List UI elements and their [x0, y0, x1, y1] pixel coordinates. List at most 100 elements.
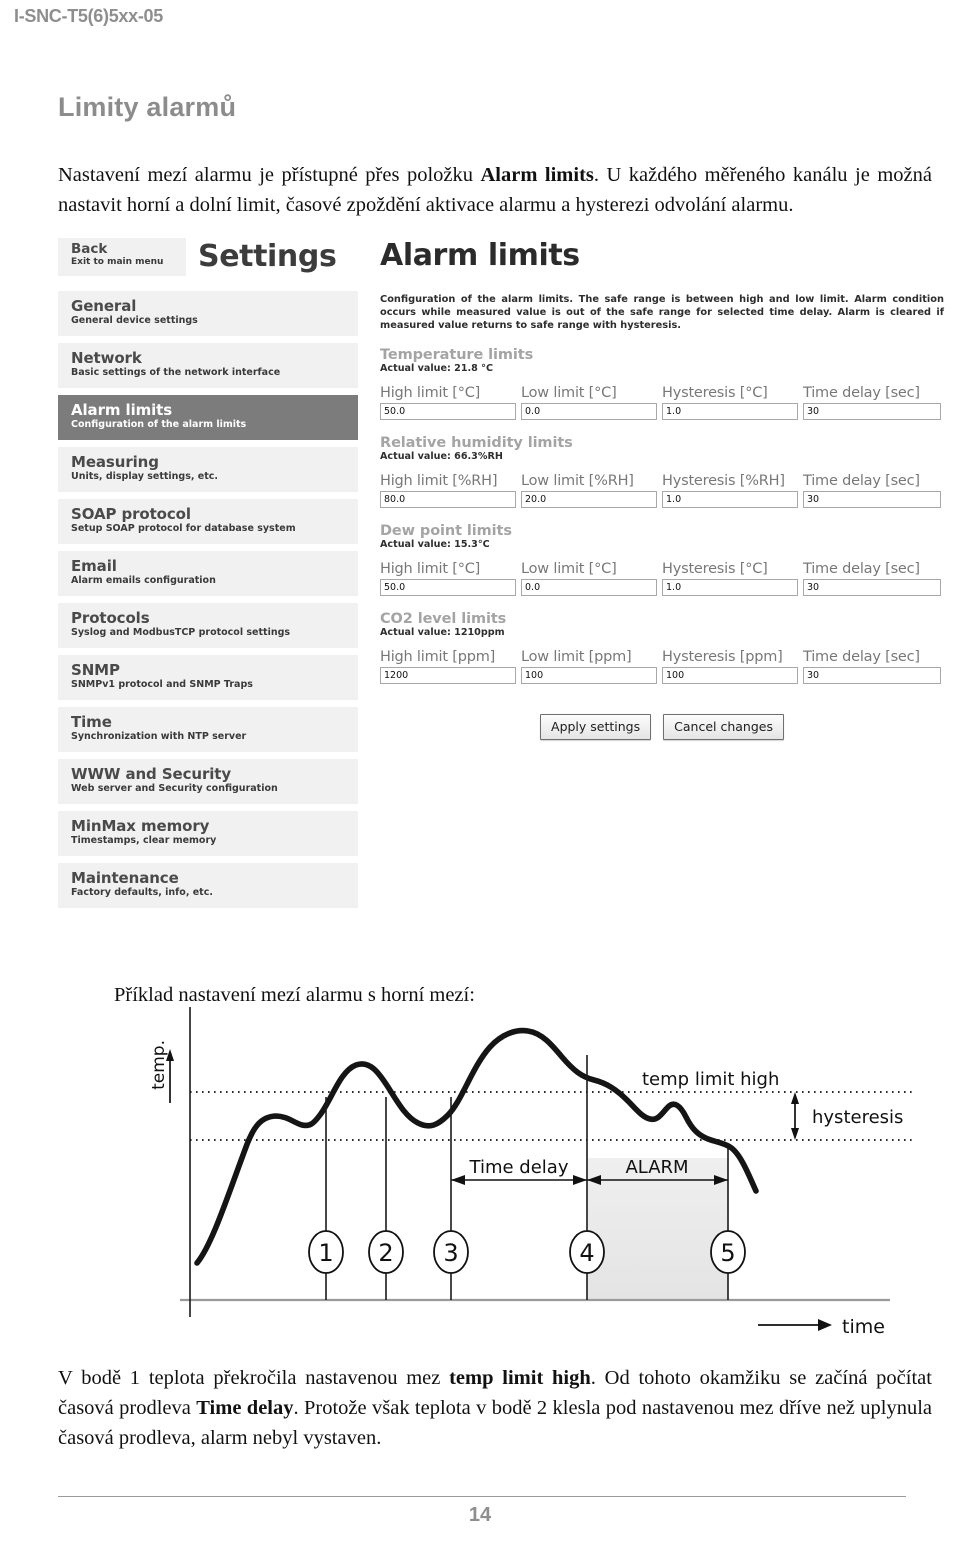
field-time-delay: Time delay [sec] 30	[803, 560, 941, 597]
time-delay-input[interactable]: 30	[803, 667, 941, 685]
group-title: CO2 level limits	[380, 611, 507, 628]
low-limit-input[interactable]: 0.0	[521, 579, 657, 597]
time-delay-input[interactable]: 30	[803, 491, 941, 509]
field-label: Low limit [°C]	[521, 385, 617, 402]
field-time-delay: Time delay [sec] 30	[803, 384, 941, 421]
sidebar-item-label: Maintenance	[71, 869, 179, 887]
sidebar-item-label: WWW and Security	[71, 765, 232, 783]
sidebar-item-sublabel: Units, display settings, etc.	[71, 471, 219, 482]
field-label: Time delay [sec]	[803, 561, 920, 578]
field-high-limit: High limit [%RH] 80.0	[380, 472, 516, 509]
hysteresis-measure: hysteresis	[791, 1092, 903, 1140]
high-limit-input[interactable]: 1200	[380, 667, 516, 685]
sidebar-item-alarm-limits[interactable]: Alarm limits Configuration of the alarm …	[58, 395, 358, 440]
sidebar-item-time[interactable]: Time Synchronization with NTP server	[58, 707, 358, 752]
sidebar-item-sublabel: Setup SOAP protocol for database system	[71, 523, 296, 534]
field-time-delay: Time delay [sec] 30	[803, 648, 941, 685]
sidebar-nav-list: General General device settings Network …	[58, 291, 358, 915]
sidebar-item-protocols[interactable]: Protocols Syslog and ModbusTCP protocol …	[58, 603, 358, 648]
alarm-label: ALARM	[625, 1157, 688, 1178]
closing-bold-time-delay: Time delay	[196, 1396, 294, 1419]
time-delay-input[interactable]: 30	[803, 579, 941, 597]
sidebar-item-sublabel: Configuration of the alarm limits	[71, 419, 247, 430]
high-limit-input[interactable]: 50.0	[380, 579, 516, 597]
hysteresis-input[interactable]: 1.0	[662, 491, 798, 509]
marker-4-label: 4	[579, 1239, 594, 1267]
low-limit-input[interactable]: 100	[521, 667, 657, 685]
marker-1-label: 1	[318, 1239, 333, 1267]
sidebar-item-email[interactable]: Email Alarm emails configuration	[58, 551, 358, 596]
device-web-ui-screenshot: Settings Alarm limits Back Exit to main …	[58, 238, 944, 926]
alarm-limits-description: Configuration of the alarm limits. The s…	[380, 294, 944, 331]
closing-text-1: V bodě 1 teplota překročila nastavenou m…	[58, 1366, 450, 1389]
field-hysteresis: Hysteresis [%RH] 1.0	[662, 472, 798, 509]
field-time-delay: Time delay [sec] 30	[803, 472, 941, 509]
sidebar-item-label: Protocols	[71, 609, 150, 627]
sidebar-item-network[interactable]: Network Basic settings of the network in…	[58, 343, 358, 388]
hysteresis-input[interactable]: 100	[662, 667, 798, 685]
sidebar-item-label: MinMax memory	[71, 817, 210, 835]
field-high-limit: High limit [°C] 50.0	[380, 384, 516, 421]
hysteresis-input[interactable]: 1.0	[662, 579, 798, 597]
back-button-title: Back	[71, 241, 108, 257]
group-title: Temperature limits	[380, 347, 534, 364]
closing-paragraph: V bodě 1 teplota překročila nastavenou m…	[58, 1363, 932, 1453]
back-button[interactable]: Back Exit to main menu	[58, 238, 186, 276]
sidebar-item-soap-protocol[interactable]: SOAP protocol Setup SOAP protocol for da…	[58, 499, 358, 544]
field-hysteresis: Hysteresis [°C] 1.0	[662, 384, 798, 421]
group-actual-value: Actual value: 21.8 °C	[380, 363, 494, 375]
apply-settings-button[interactable]: Apply settings	[540, 714, 652, 741]
sidebar-item-label: SOAP protocol	[71, 505, 191, 523]
field-label: Time delay [sec]	[803, 385, 920, 402]
sidebar-item-maintenance[interactable]: Maintenance Factory defaults, info, etc.	[58, 863, 358, 908]
cancel-changes-button[interactable]: Cancel changes	[663, 714, 784, 741]
time-delay-input[interactable]: 30	[803, 403, 941, 421]
hysteresis-input[interactable]: 1.0	[662, 403, 798, 421]
sidebar-item-label: Network	[71, 349, 142, 367]
sidebar-item-label: Email	[71, 557, 117, 575]
sidebar-item-sublabel: Syslog and ModbusTCP protocol settings	[71, 627, 291, 638]
marker-5: 5	[710, 1230, 746, 1274]
group-fields: High limit [°C] 50.0 Low limit [°C] 0.0 …	[380, 560, 944, 597]
field-hysteresis: Hysteresis [ppm] 100	[662, 648, 798, 685]
page-title: Limity alarmů	[58, 92, 237, 122]
sidebar-item-snmp[interactable]: SNMP SNMPv1 protocol and SNMP Traps	[58, 655, 358, 700]
group-relative-humidity-limits: Relative humidity limits Actual value: 6…	[380, 435, 944, 509]
low-limit-input[interactable]: 20.0	[521, 491, 657, 509]
y-axis-label-group: temp.	[150, 1040, 174, 1103]
sidebar-item-www-and-security[interactable]: WWW and Security Web server and Security…	[58, 759, 358, 804]
marker-3-label: 3	[443, 1239, 458, 1267]
sidebar-item-measuring[interactable]: Measuring Units, display settings, etc.	[58, 447, 358, 492]
group-fields: High limit [ppm] 1200 Low limit [ppm] 10…	[380, 648, 944, 685]
field-label: Hysteresis [°C]	[662, 385, 768, 402]
intro-bold-alarm-limits: Alarm limits	[480, 163, 594, 186]
high-limit-input[interactable]: 80.0	[380, 491, 516, 509]
group-temperature-limits: Temperature limits Actual value: 21.8 °C…	[380, 347, 944, 421]
field-label: Hysteresis [%RH]	[662, 473, 785, 490]
back-button-subtitle: Exit to main menu	[71, 257, 164, 267]
field-label: Time delay [sec]	[803, 473, 920, 490]
group-dew-point-limits: Dew point limits Actual value: 15.3°C Hi…	[380, 523, 944, 597]
field-label: Low limit [%RH]	[521, 473, 634, 490]
sidebar-item-sublabel: Synchronization with NTP server	[71, 731, 247, 742]
group-co2-level-limits: CO2 level limits Actual value: 1210ppm H…	[380, 611, 944, 685]
x-axis-label: time	[842, 1316, 885, 1338]
high-limit-input[interactable]: 50.0	[380, 403, 516, 421]
intro-paragraph: Nastavení mezí alarmu je přístupné přes …	[58, 160, 932, 220]
alarm-limits-heading: Alarm limits	[380, 238, 580, 273]
group-actual-value: Actual value: 15.3°C	[380, 539, 490, 551]
sidebar-item-minmax-memory[interactable]: MinMax memory Timestamps, clear memory	[58, 811, 358, 856]
field-low-limit: Low limit [°C] 0.0	[521, 560, 657, 597]
marker-4: 4	[569, 1230, 605, 1274]
field-label: Low limit [°C]	[521, 561, 617, 578]
sidebar-item-label: Time	[71, 713, 112, 731]
settings-main-panel: Configuration of the alarm limits. The s…	[380, 294, 944, 741]
sidebar-item-sublabel: Alarm emails configuration	[71, 575, 216, 586]
low-limit-input[interactable]: 0.0	[521, 403, 657, 421]
field-label: High limit [ppm]	[380, 649, 496, 666]
group-title: Dew point limits	[380, 523, 512, 540]
field-label: Hysteresis [ppm]	[662, 649, 783, 666]
marker-3: 3	[433, 1230, 469, 1274]
intro-text-1: Nastavení mezí alarmu je přístupné přes …	[58, 163, 481, 186]
sidebar-item-general[interactable]: General General device settings	[58, 291, 358, 336]
